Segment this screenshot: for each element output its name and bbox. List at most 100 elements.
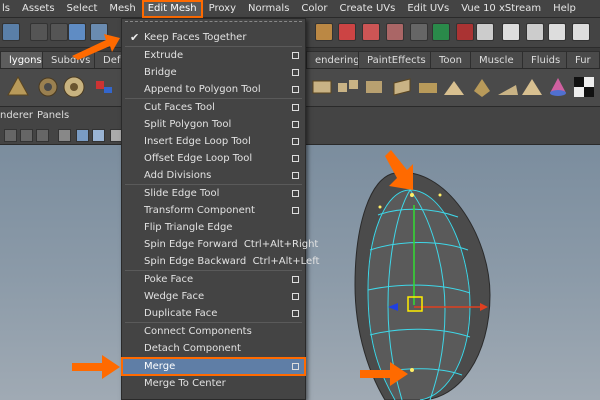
menu-item-poke-face[interactable]: Poke Face bbox=[122, 271, 305, 288]
menu-item-detach-component[interactable]: Detach Component bbox=[122, 340, 305, 357]
menu-item-spin-edge-forward[interactable]: Spin Edge Forward Ctrl+Alt+Right bbox=[122, 236, 318, 253]
tab-fur[interactable]: Fur bbox=[566, 51, 600, 68]
hypershade-icon[interactable] bbox=[572, 23, 590, 41]
menu-item-append-polygon[interactable]: Append to Polygon Tool bbox=[122, 81, 305, 98]
menu-item-connect-components[interactable]: Connect Components bbox=[122, 323, 305, 340]
menu-item-flip-triangle-edge[interactable]: Flip Triangle Edge bbox=[122, 219, 305, 236]
menu-edit-mesh[interactable]: Edit Mesh bbox=[141, 0, 203, 18]
pyramid-icon[interactable] bbox=[6, 75, 30, 99]
shortcut-label: Ctrl+Alt+Right bbox=[243, 239, 319, 250]
camera-icon[interactable] bbox=[20, 129, 33, 142]
panel-menu-renderer[interactable]: nderer bbox=[0, 110, 33, 121]
option-box-icon[interactable] bbox=[292, 310, 299, 317]
toggle-icon[interactable] bbox=[50, 23, 68, 41]
folder-icon[interactable] bbox=[2, 23, 20, 41]
input-icon[interactable] bbox=[432, 23, 450, 41]
menu-item-add-divisions[interactable]: Add Divisions bbox=[122, 167, 305, 184]
menu-item-keep-faces-together[interactable]: ✔ Keep Faces Together bbox=[122, 29, 305, 46]
snap-point-icon[interactable] bbox=[386, 23, 404, 41]
menu-item-split-polygon[interactable]: Split Polygon Tool bbox=[122, 116, 305, 133]
soccer-ball-icon[interactable] bbox=[62, 75, 86, 99]
chamfer-icon[interactable] bbox=[470, 75, 494, 99]
separate-icon[interactable] bbox=[336, 75, 360, 99]
option-box-icon[interactable] bbox=[292, 293, 299, 300]
option-box-icon[interactable] bbox=[292, 121, 299, 128]
textured-icon[interactable] bbox=[92, 129, 105, 142]
tab-toon[interactable]: Toon bbox=[430, 51, 471, 68]
bridge-icon[interactable] bbox=[416, 75, 440, 99]
grid-icon[interactable] bbox=[4, 129, 17, 142]
menu-item-offset-edge-loop[interactable]: Offset Edge Loop Tool bbox=[122, 150, 305, 167]
menu-item-insert-edge-loop[interactable]: Insert Edge Loop Tool bbox=[122, 133, 305, 150]
magnet-icon[interactable] bbox=[338, 23, 356, 41]
option-box-icon[interactable] bbox=[292, 172, 299, 179]
combine-icon[interactable] bbox=[310, 75, 334, 99]
menu-item-merge[interactable]: Merge bbox=[121, 357, 306, 376]
main-menubar: ls Assets Select Mesh Edit Mesh Proxy No… bbox=[0, 0, 600, 18]
menu-item-wedge-face[interactable]: Wedge Face bbox=[122, 288, 305, 305]
menu-item-duplicate-face[interactable]: Duplicate Face bbox=[122, 305, 305, 322]
tear-off-handle[interactable] bbox=[125, 21, 302, 29]
history-icon[interactable] bbox=[410, 23, 428, 41]
menu-assets[interactable]: Assets bbox=[16, 0, 61, 18]
film-icon[interactable] bbox=[36, 129, 49, 142]
menu-vue-xstream[interactable]: Vue 10 xStream bbox=[455, 0, 547, 18]
snap-icon[interactable] bbox=[315, 23, 333, 41]
render-view-icon[interactable] bbox=[548, 23, 566, 41]
option-box-icon[interactable] bbox=[292, 207, 299, 214]
menu-item-merge-to-center[interactable]: Merge To Center bbox=[122, 375, 305, 392]
option-box-icon[interactable] bbox=[292, 52, 299, 59]
menu-item-extrude[interactable]: Extrude bbox=[122, 47, 305, 64]
dropdown-icon[interactable] bbox=[30, 23, 48, 41]
arrow-pointer-icon bbox=[72, 355, 120, 379]
menu-edit-uvs[interactable]: Edit UVs bbox=[401, 0, 455, 18]
shaded-icon[interactable] bbox=[76, 129, 89, 142]
option-box-icon[interactable] bbox=[292, 190, 299, 197]
smooth-icon[interactable] bbox=[362, 75, 386, 99]
option-box-icon[interactable] bbox=[292, 363, 299, 370]
menu-item-transform-component[interactable]: Transform Component bbox=[122, 202, 305, 219]
panel-menu-panels[interactable]: Panels bbox=[37, 110, 69, 121]
tab-fluids[interactable]: Fluids bbox=[522, 51, 570, 68]
checkmark-icon: ✔ bbox=[130, 31, 140, 44]
menu-item-slide-edge[interactable]: Slide Edge Tool bbox=[122, 185, 305, 202]
option-box-icon[interactable] bbox=[292, 104, 299, 111]
tools-icon[interactable] bbox=[92, 75, 116, 99]
triangulate-icon[interactable] bbox=[520, 75, 544, 99]
render-settings-icon[interactable] bbox=[476, 23, 494, 41]
wireframe-icon[interactable] bbox=[58, 129, 71, 142]
render-icon[interactable] bbox=[502, 23, 520, 41]
menu-mesh[interactable]: Mesh bbox=[103, 0, 141, 18]
ipr-icon[interactable] bbox=[526, 23, 544, 41]
arrow-pointer-icon bbox=[385, 150, 413, 190]
option-box-icon[interactable] bbox=[292, 155, 299, 162]
arrow-pointer-icon bbox=[360, 362, 408, 386]
arrow-pointer-icon bbox=[72, 34, 120, 60]
menu-item-spin-edge-backward[interactable]: Spin Edge Backward Ctrl+Alt+Left bbox=[122, 253, 319, 270]
menu-select[interactable]: Select bbox=[61, 0, 104, 18]
tab-painteffects[interactable]: PaintEffects bbox=[358, 51, 435, 68]
menu-normals[interactable]: Normals bbox=[242, 0, 295, 18]
bevel-icon[interactable] bbox=[442, 75, 466, 99]
pipe-icon[interactable] bbox=[36, 75, 60, 99]
checker-icon[interactable] bbox=[572, 75, 596, 99]
snap-curve-icon[interactable] bbox=[362, 23, 380, 41]
menu-ls[interactable]: ls bbox=[0, 0, 16, 18]
menu-color[interactable]: Color bbox=[295, 0, 333, 18]
wedge-icon[interactable] bbox=[496, 75, 520, 99]
menu-item-bridge[interactable]: Bridge bbox=[122, 64, 305, 81]
output-icon[interactable] bbox=[456, 23, 474, 41]
extrude-icon[interactable] bbox=[390, 75, 414, 99]
menu-item-cut-faces[interactable]: Cut Faces Tool bbox=[122, 99, 305, 116]
option-box-icon[interactable] bbox=[292, 69, 299, 76]
menu-create-uvs[interactable]: Create UVs bbox=[334, 0, 402, 18]
cone-icon[interactable] bbox=[546, 75, 570, 99]
menu-proxy[interactable]: Proxy bbox=[203, 0, 242, 18]
edit-mesh-dropdown: ✔ Keep Faces Together Extrude Bridge Appe… bbox=[121, 18, 319, 400]
option-box-icon[interactable] bbox=[292, 276, 299, 283]
option-box-icon[interactable] bbox=[292, 138, 299, 145]
menu-help[interactable]: Help bbox=[547, 0, 582, 18]
option-box-icon[interactable] bbox=[292, 86, 299, 93]
shortcut-label: Ctrl+Alt+Left bbox=[252, 256, 320, 267]
tab-muscle[interactable]: Muscle bbox=[470, 51, 523, 68]
